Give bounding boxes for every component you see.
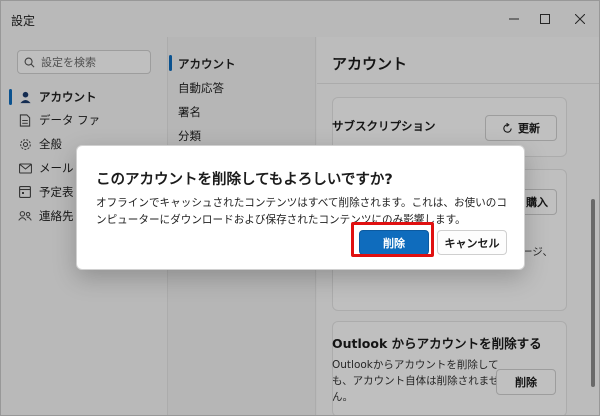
dialog-title: このアカウントを削除してもよろしいですか? <box>96 172 393 188</box>
dialog-body: オフラインでキャッシュされたコンテンツはすべて削除されます。これは、お使いのコン… <box>96 197 507 226</box>
highlight-frame <box>351 222 434 257</box>
cancel-label: キャンセル <box>444 236 500 250</box>
delete-account-dialog: このアカウントを削除してもよろしいですか? オフラインでキャッシュされたコンテン… <box>76 145 525 270</box>
cancel-button[interactable]: キャンセル <box>437 230 507 255</box>
